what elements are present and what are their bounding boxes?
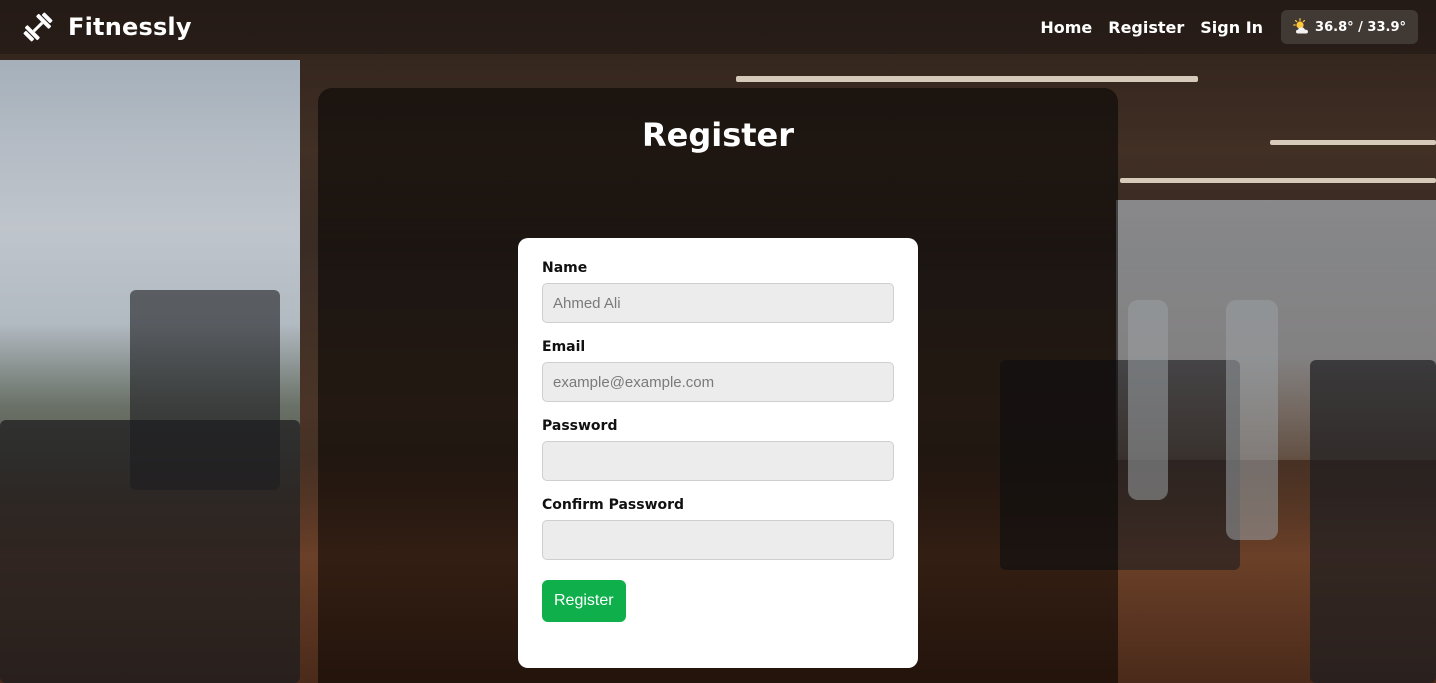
background-pillar bbox=[1128, 300, 1168, 500]
nav-link-register[interactable]: Register bbox=[1108, 18, 1184, 37]
background-machine bbox=[130, 290, 280, 490]
email-label: Email bbox=[542, 339, 586, 355]
background-pillar bbox=[1226, 300, 1278, 540]
name-label: Name bbox=[542, 260, 588, 276]
page: Fitnessly Home Register Sign In 36.8° / … bbox=[0, 0, 1436, 683]
password-field-group: Password bbox=[542, 418, 894, 481]
password-label: Password bbox=[542, 418, 618, 434]
sun-behind-cloud-icon bbox=[1293, 18, 1309, 34]
email-field-group: Email bbox=[542, 339, 894, 402]
nav-links: Home Register Sign In 36.8° / 33.9° bbox=[1040, 10, 1418, 44]
register-form: Name Email Password Confirm Password Reg… bbox=[518, 238, 918, 668]
confirm-password-input[interactable] bbox=[542, 520, 894, 560]
background-light bbox=[736, 76, 1198, 82]
background-light bbox=[1270, 140, 1436, 145]
brand-logo-link[interactable]: Fitnessly bbox=[20, 9, 192, 45]
confirm-password-field-group: Confirm Password bbox=[542, 497, 894, 560]
confirm-password-label: Confirm Password bbox=[542, 497, 685, 513]
password-input[interactable] bbox=[542, 441, 894, 481]
background-light bbox=[1120, 178, 1436, 183]
top-navbar: Fitnessly Home Register Sign In 36.8° / … bbox=[0, 0, 1436, 54]
background-machine bbox=[1310, 360, 1436, 683]
page-title: Register bbox=[641, 116, 795, 154]
weather-badge: 36.8° / 33.9° bbox=[1281, 10, 1418, 44]
email-input[interactable] bbox=[542, 362, 894, 402]
dumbbell-icon bbox=[23, 12, 53, 42]
name-input[interactable] bbox=[542, 283, 894, 323]
nav-link-sign-in[interactable]: Sign In bbox=[1200, 18, 1263, 37]
nav-link-home[interactable]: Home bbox=[1040, 18, 1092, 37]
brand-name: Fitnessly bbox=[68, 13, 192, 41]
register-submit-button[interactable]: Register bbox=[542, 580, 626, 622]
weather-temperature: 36.8° / 33.9° bbox=[1315, 19, 1406, 35]
name-field-group: Name bbox=[542, 260, 894, 323]
